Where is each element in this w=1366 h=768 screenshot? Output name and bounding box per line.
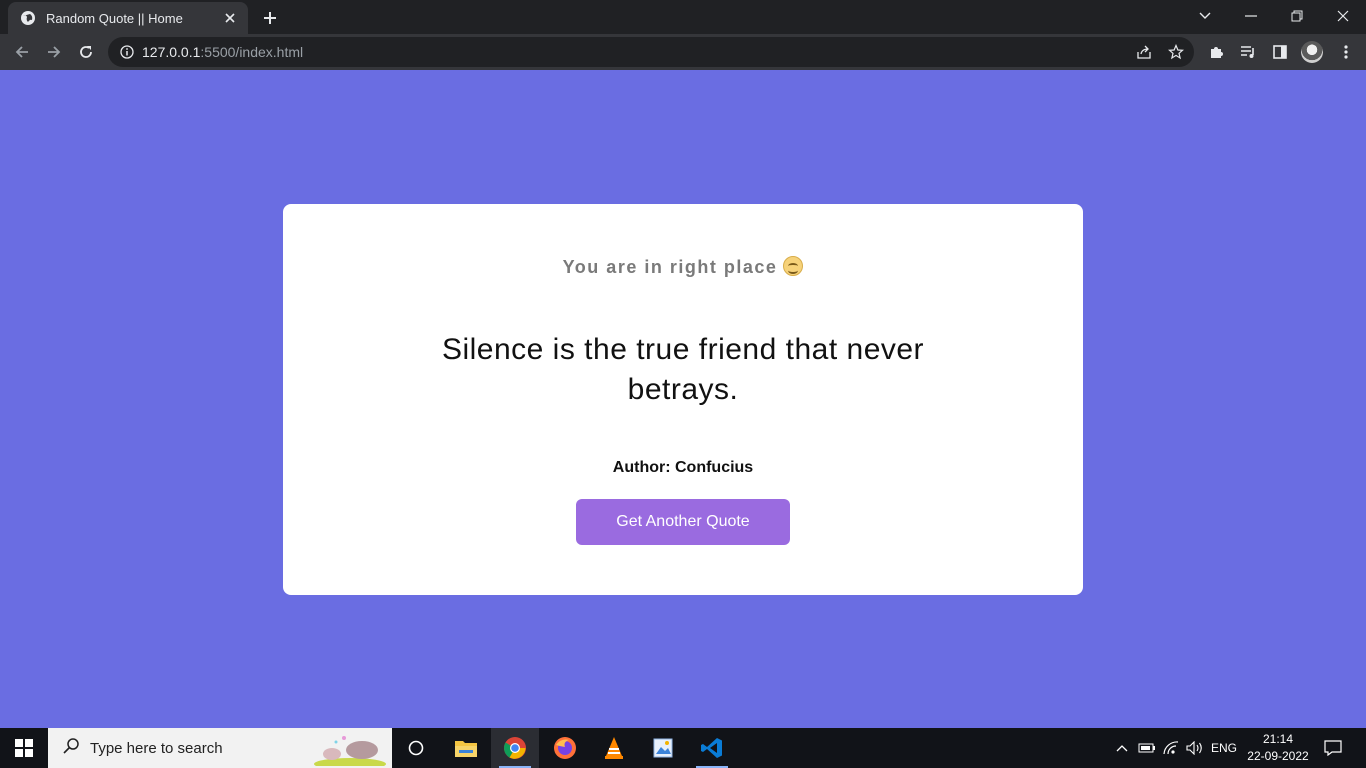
- quote-author: Author: Confucius: [612, 459, 754, 476]
- url-host: 127.0.0.1: [142, 44, 201, 60]
- chrome-icon[interactable]: [491, 728, 539, 768]
- restore-icon[interactable]: [1274, 0, 1320, 32]
- taskbar-search-box[interactable]: Type here to search: [48, 728, 392, 768]
- minimize-icon[interactable]: [1228, 0, 1274, 32]
- vlc-icon[interactable]: [590, 728, 638, 768]
- browser-toolbar: 127.0.0.1:5500/index.html: [0, 34, 1366, 70]
- battery-icon[interactable]: [1136, 728, 1158, 768]
- windows-taskbar: Type here to search ENG 21:14 22-09-2022: [0, 728, 1366, 768]
- firefox-icon[interactable]: [541, 728, 589, 768]
- image-editor-icon[interactable]: [639, 728, 687, 768]
- share-icon[interactable]: [1132, 40, 1156, 64]
- tab-title: Random Quote || Home: [46, 10, 183, 26]
- reload-icon[interactable]: [72, 38, 100, 66]
- forward-arrow-icon[interactable]: [40, 38, 68, 66]
- get-another-quote-button[interactable]: Get Another Quote: [576, 499, 790, 545]
- close-window-icon[interactable]: [1320, 0, 1366, 32]
- taskbar-clock[interactable]: 21:14 22-09-2022: [1242, 731, 1314, 765]
- globe-icon: [20, 10, 36, 26]
- url-text: 127.0.0.1:5500/index.html: [142, 44, 303, 60]
- media-playlist-icon[interactable]: [1236, 40, 1260, 64]
- bookmark-star-icon[interactable]: [1164, 40, 1188, 64]
- tab-search-icon[interactable]: [1182, 0, 1228, 32]
- search-placeholder: Type here to search: [90, 739, 223, 757]
- wifi-icon[interactable]: [1160, 728, 1182, 768]
- volume-icon[interactable]: [1184, 728, 1206, 768]
- extensions-puzzle-icon[interactable]: [1204, 40, 1228, 64]
- clock-time: 21:14: [1262, 732, 1294, 746]
- notifications-icon[interactable]: [1318, 728, 1348, 768]
- language-indicator[interactable]: ENG: [1208, 728, 1240, 768]
- windows-start-icon[interactable]: [0, 728, 48, 768]
- address-bar[interactable]: 127.0.0.1:5500/index.html: [108, 37, 1194, 67]
- info-icon[interactable]: [118, 43, 136, 61]
- greeting-heading: You are in right place: [0, 256, 1366, 278]
- clock-date: 22-09-2022: [1247, 749, 1309, 763]
- search-icon: [62, 737, 80, 760]
- browser-tab-strip: Random Quote || Home: [0, 0, 1366, 34]
- menu-kebab-icon[interactable]: [1334, 40, 1358, 64]
- quote-body: Silence is the true friend that never be…: [441, 333, 925, 406]
- task-view-icon[interactable]: [392, 728, 440, 768]
- greeting-text: You are in right place: [562, 257, 778, 277]
- vscode-icon[interactable]: [688, 728, 736, 768]
- browser-tab[interactable]: Random Quote || Home: [8, 2, 248, 34]
- back-arrow-icon[interactable]: [8, 38, 36, 66]
- url-path: :5500/index.html: [200, 44, 304, 60]
- quote-text: Silence is the true friend that never be…: [283, 330, 1083, 410]
- new-tab-button[interactable]: [260, 8, 280, 28]
- profile-avatar[interactable]: [1301, 41, 1323, 63]
- search-highlight-illustration: [314, 736, 386, 766]
- close-tab-icon[interactable]: [222, 10, 238, 26]
- file-explorer-icon[interactable]: [442, 728, 490, 768]
- side-panel-icon[interactable]: [1268, 40, 1292, 64]
- smiling-face-icon: [783, 256, 804, 276]
- show-hidden-icons-chevron-icon[interactable]: [1112, 728, 1132, 768]
